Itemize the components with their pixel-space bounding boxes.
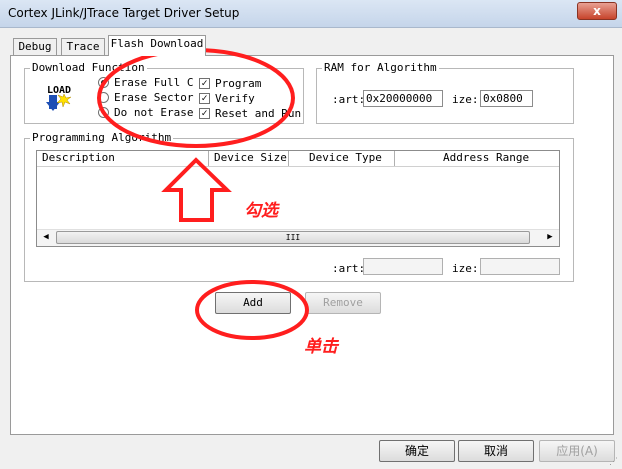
tab-flash-download[interactable]: Flash Download — [108, 35, 206, 56]
annotation-arrow-up — [161, 157, 232, 222]
annotation-click-note: 单击 — [304, 337, 338, 357]
annotation-check-note: 勾选 — [244, 201, 278, 221]
annotation-layer — [97, 48, 309, 340]
annotation-ellipse-options — [97, 48, 295, 148]
annotation-ellipse-add — [195, 280, 309, 340]
